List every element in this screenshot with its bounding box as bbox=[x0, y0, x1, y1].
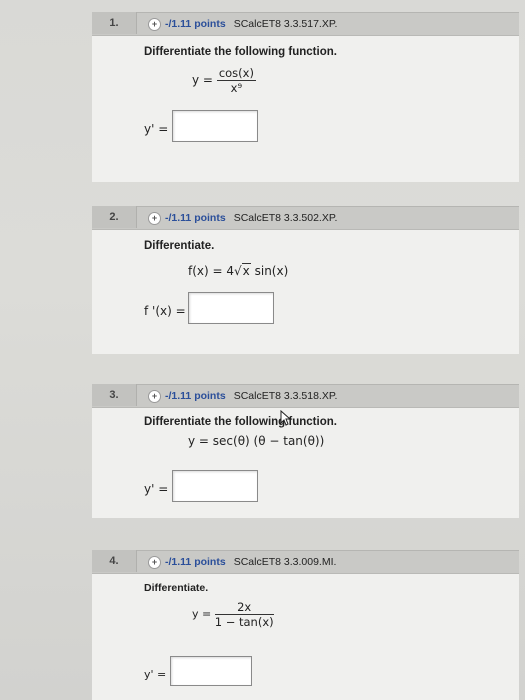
points-label: -/1.11 points bbox=[165, 18, 226, 30]
question-4-header: 4. + -/1.11 points SCalcET8 3.3.009.MI. bbox=[92, 550, 519, 574]
fraction-numerator: 2x bbox=[214, 600, 274, 615]
mouse-cursor-icon bbox=[280, 410, 292, 426]
question-number: 1. bbox=[92, 12, 137, 34]
question-1: 1. + -/1.11 points SCalcET8 3.3.517.XP. … bbox=[92, 12, 519, 182]
equation: y = 2x 1 − tan(x) bbox=[192, 600, 274, 629]
fraction-denominator: x⁹ bbox=[230, 81, 243, 95]
question-prompt: Differentiate. bbox=[144, 240, 215, 252]
radicand: x bbox=[241, 263, 251, 278]
points-label: -/1.11 points bbox=[165, 390, 226, 402]
source-label: SCalcET8 3.3.009.MI. bbox=[233, 556, 337, 568]
equation-lhs: f(x) = 4 bbox=[188, 264, 235, 278]
question-prompt: Differentiate the following function. bbox=[144, 46, 337, 58]
question-3-header: 3. + -/1.11 points SCalcET8 3.3.518.XP. bbox=[92, 384, 519, 408]
answer-label: y' = bbox=[144, 668, 167, 681]
fraction-denominator: 1 − tan(x) bbox=[214, 615, 274, 629]
equation: y = sec(θ) (θ − tan(θ)) bbox=[188, 434, 325, 448]
question-prompt: Differentiate the following function. bbox=[144, 416, 337, 428]
question-prompt: Differentiate. bbox=[144, 582, 209, 594]
fraction: cos(x) x⁹ bbox=[216, 66, 256, 95]
question-4: 4. + -/1.11 points SCalcET8 3.3.009.MI. … bbox=[92, 550, 519, 700]
points-label: -/1.11 points bbox=[165, 556, 226, 568]
answer-input[interactable] bbox=[172, 470, 258, 502]
fraction-numerator: cos(x) bbox=[216, 66, 256, 81]
fraction: 2x 1 − tan(x) bbox=[214, 600, 274, 629]
question-2-header: 2. + -/1.11 points SCalcET8 3.3.502.XP. bbox=[92, 206, 519, 230]
equation-lhs: y = bbox=[192, 73, 213, 87]
points-label: -/1.11 points bbox=[165, 212, 226, 224]
equation-lhs: y = bbox=[192, 607, 212, 621]
question-2: 2. + -/1.11 points SCalcET8 3.3.502.XP. … bbox=[92, 206, 519, 354]
question-number: 4. bbox=[92, 550, 137, 572]
sqrt-symbol: √ bbox=[234, 264, 242, 278]
question-3: 3. + -/1.11 points SCalcET8 3.3.518.XP. … bbox=[92, 384, 519, 518]
equation: y = cos(x) x⁹ bbox=[192, 66, 256, 95]
expand-plus-icon[interactable]: + bbox=[148, 389, 161, 403]
source-label: SCalcET8 3.3.502.XP. bbox=[233, 212, 338, 224]
equation-rhs: sin(x) bbox=[254, 264, 289, 278]
answer-label: f '(x) = bbox=[144, 304, 186, 318]
answer-label: y' = bbox=[144, 122, 169, 136]
question-number: 3. bbox=[92, 384, 137, 406]
source-label: SCalcET8 3.3.518.XP. bbox=[233, 390, 338, 402]
expand-plus-icon[interactable]: + bbox=[148, 555, 161, 569]
answer-label: y' = bbox=[144, 482, 169, 496]
question-1-header: 1. + -/1.11 points SCalcET8 3.3.517.XP. bbox=[92, 12, 519, 36]
answer-input[interactable] bbox=[170, 656, 252, 686]
source-label: SCalcET8 3.3.517.XP. bbox=[233, 18, 338, 30]
expand-plus-icon[interactable]: + bbox=[148, 211, 161, 225]
equation: f(x) = 4√x sin(x) bbox=[188, 263, 289, 278]
webassign-page: 1. + -/1.11 points SCalcET8 3.3.517.XP. … bbox=[0, 0, 525, 700]
question-number: 2. bbox=[92, 206, 137, 228]
expand-plus-icon[interactable]: + bbox=[148, 17, 161, 31]
answer-input[interactable] bbox=[172, 110, 258, 142]
answer-input[interactable] bbox=[188, 292, 274, 324]
